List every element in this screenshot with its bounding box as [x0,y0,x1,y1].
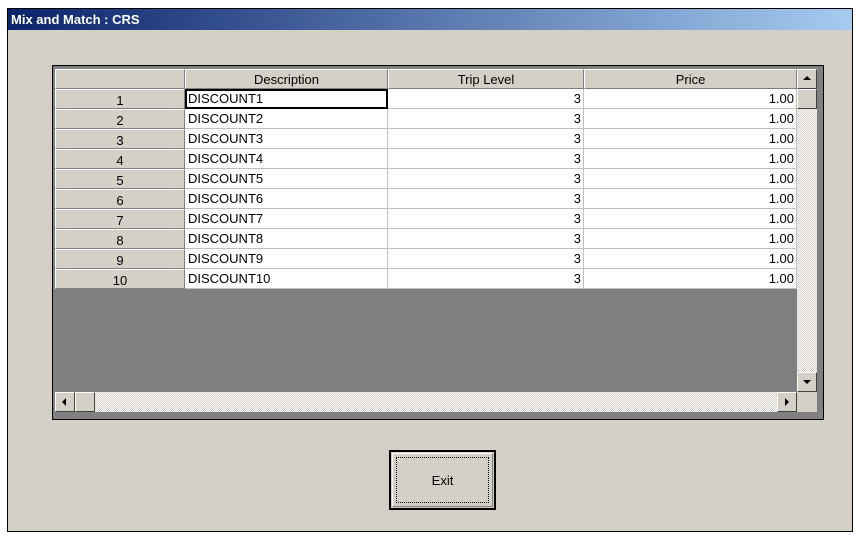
column-header-price[interactable]: Price [584,69,797,89]
cell-price[interactable]: 1.00 [584,269,797,289]
row-header[interactable]: 4 [55,149,185,169]
horizontal-scrollbar[interactable] [55,392,797,412]
cell-description[interactable]: DISCOUNT1 [185,89,388,109]
scroll-right-button[interactable] [777,392,797,412]
cell-price[interactable]: 1.00 [584,129,797,149]
exit-button[interactable]: Exit [389,450,496,510]
cell-description[interactable]: DISCOUNT8 [185,229,388,249]
cell-price[interactable]: 1.00 [584,89,797,109]
exit-button-label: Exit [431,472,454,488]
horizontal-scroll-thumb[interactable] [75,392,95,412]
arrow-up-icon [803,76,811,80]
row-header[interactable]: 3 [55,129,185,149]
scroll-down-button[interactable] [797,372,817,392]
row-header[interactable]: 7 [55,209,185,229]
arrow-down-icon [803,380,811,384]
grid-corner-header[interactable] [55,69,185,89]
column-header-trip-level[interactable]: Trip Level [388,69,584,89]
cell-price[interactable]: 1.00 [584,249,797,269]
cell-description[interactable]: DISCOUNT9 [185,249,388,269]
cell-price[interactable]: 1.00 [584,229,797,249]
scroll-left-button[interactable] [55,392,75,412]
row-header[interactable]: 9 [55,249,185,269]
cell-trip-level[interactable]: 3 [388,129,584,149]
cell-description[interactable]: DISCOUNT2 [185,109,388,129]
cell-trip-level[interactable]: 3 [388,229,584,249]
window-title: Mix and Match : CRS [8,9,852,30]
cell-trip-level[interactable]: 3 [388,169,584,189]
scrollbar-corner [797,392,817,412]
cell-description[interactable]: DISCOUNT3 [185,129,388,149]
cell-trip-level[interactable]: 3 [388,89,584,109]
mix-and-match-window: Mix and Match : CRS Description Trip Lev… [7,8,853,532]
discount-grid[interactable]: Description Trip Level Price 1 DISCOUNT1 3… [52,65,824,420]
cell-price[interactable]: 1.00 [584,109,797,129]
arrow-left-icon [62,398,66,406]
cell-description[interactable]: DISCOUNT4 [185,149,388,169]
vertical-scrollbar[interactable] [797,69,817,392]
row-header[interactable]: 6 [55,189,185,209]
cell-description[interactable]: DISCOUNT6 [185,189,388,209]
cell-price[interactable]: 1.00 [584,149,797,169]
vertical-scroll-thumb[interactable] [797,89,817,109]
scroll-up-button[interactable] [797,69,817,89]
cell-price[interactable]: 1.00 [584,189,797,209]
cell-trip-level[interactable]: 3 [388,249,584,269]
row-header[interactable]: 5 [55,169,185,189]
cell-trip-level[interactable]: 3 [388,189,584,209]
cell-trip-level[interactable]: 3 [388,209,584,229]
cell-trip-level[interactable]: 3 [388,149,584,169]
cell-price[interactable]: 1.00 [584,209,797,229]
row-header[interactable]: 8 [55,229,185,249]
cell-price[interactable]: 1.00 [584,169,797,189]
cell-trip-level[interactable]: 3 [388,109,584,129]
arrow-right-icon [785,398,789,406]
cell-trip-level[interactable]: 3 [388,269,584,289]
row-header[interactable]: 1 [55,89,185,109]
column-header-description[interactable]: Description [185,69,388,89]
cell-description[interactable]: DISCOUNT7 [185,209,388,229]
row-header[interactable]: 2 [55,109,185,129]
cell-description[interactable]: DISCOUNT5 [185,169,388,189]
row-header[interactable]: 10 [55,269,185,289]
cell-description[interactable]: DISCOUNT10 [185,269,388,289]
